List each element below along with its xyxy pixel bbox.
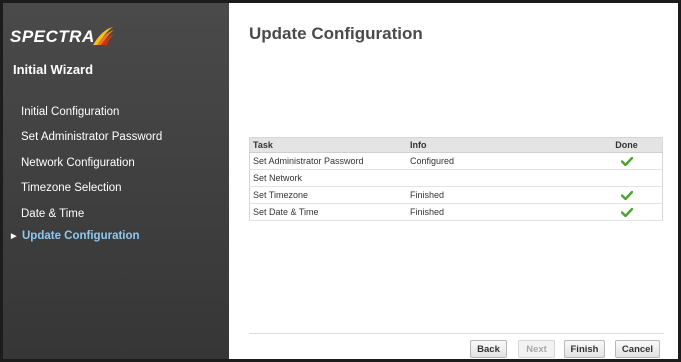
back-button[interactable]: Back (470, 340, 507, 358)
nav-item-update-configuration[interactable]: ▶ Update Configuration (3, 227, 229, 246)
column-header-info: Info (407, 137, 591, 153)
wizard-window: SPECTRA Initial Wizard Initial Configura… (3, 3, 678, 359)
table-row: Set Date & Time Finished (249, 203, 663, 221)
logo-swoosh-icon (92, 27, 114, 45)
table-row: Set Network (249, 169, 663, 187)
nav-item-label: Date & Time (21, 207, 85, 220)
next-button[interactable]: Next (518, 340, 555, 358)
main-panel: Update Configuration Task Info Done Set … (229, 3, 678, 359)
checkmark-icon (620, 191, 633, 201)
task-cell: Set Date & Time (249, 203, 407, 221)
wizard-title: Initial Wizard (13, 62, 94, 77)
task-cell: Set Administrator Password (249, 152, 407, 170)
info-cell: Finished (407, 203, 591, 221)
table-row: Set Timezone Finished (249, 186, 663, 204)
checkmark-icon (620, 157, 633, 167)
done-cell (591, 186, 663, 204)
nav-item-timezone-selection[interactable]: Timezone Selection (3, 176, 229, 202)
nav-item-initial-configuration[interactable]: Initial Configuration (3, 99, 229, 125)
footer-divider (249, 333, 664, 334)
task-cell: Set Timezone (249, 186, 407, 204)
done-cell (591, 152, 663, 170)
task-cell: Set Network (249, 169, 407, 187)
info-cell: Configured (407, 152, 591, 170)
nav-item-set-administrator-password[interactable]: Set Administrator Password (3, 125, 229, 151)
active-arrow-icon: ▶ (11, 233, 17, 240)
logo-text: SPECTRA (10, 27, 95, 46)
done-cell (591, 169, 663, 187)
wizard-nav: Initial Configuration Set Administrator … (3, 99, 229, 246)
checkmark-icon (620, 208, 633, 218)
nav-item-date-time[interactable]: Date & Time (3, 201, 229, 227)
sidebar: SPECTRA Initial Wizard Initial Configura… (3, 3, 229, 359)
column-header-done: Done (591, 137, 663, 153)
finish-button[interactable]: Finish (564, 340, 605, 358)
nav-item-network-configuration[interactable]: Network Configuration (3, 150, 229, 176)
nav-item-label: Set Administrator Password (21, 131, 163, 144)
task-table: Task Info Done Set Administrator Passwor… (249, 137, 663, 221)
nav-item-label: Initial Configuration (21, 105, 120, 118)
info-cell: Finished (407, 186, 591, 204)
nav-item-label: Network Configuration (21, 156, 135, 169)
nav-item-label: Timezone Selection (21, 182, 122, 195)
column-header-task: Task (249, 137, 407, 153)
done-cell (591, 203, 663, 221)
nav-item-label: Update Configuration (22, 230, 140, 242)
cancel-button[interactable]: Cancel (615, 340, 660, 358)
table-header-row: Task Info Done (249, 137, 663, 153)
page-title: Update Configuration (249, 24, 423, 43)
spectra-logo: SPECTRA (10, 27, 115, 47)
table-row: Set Administrator Password Configured (249, 152, 663, 170)
info-cell (407, 169, 591, 187)
